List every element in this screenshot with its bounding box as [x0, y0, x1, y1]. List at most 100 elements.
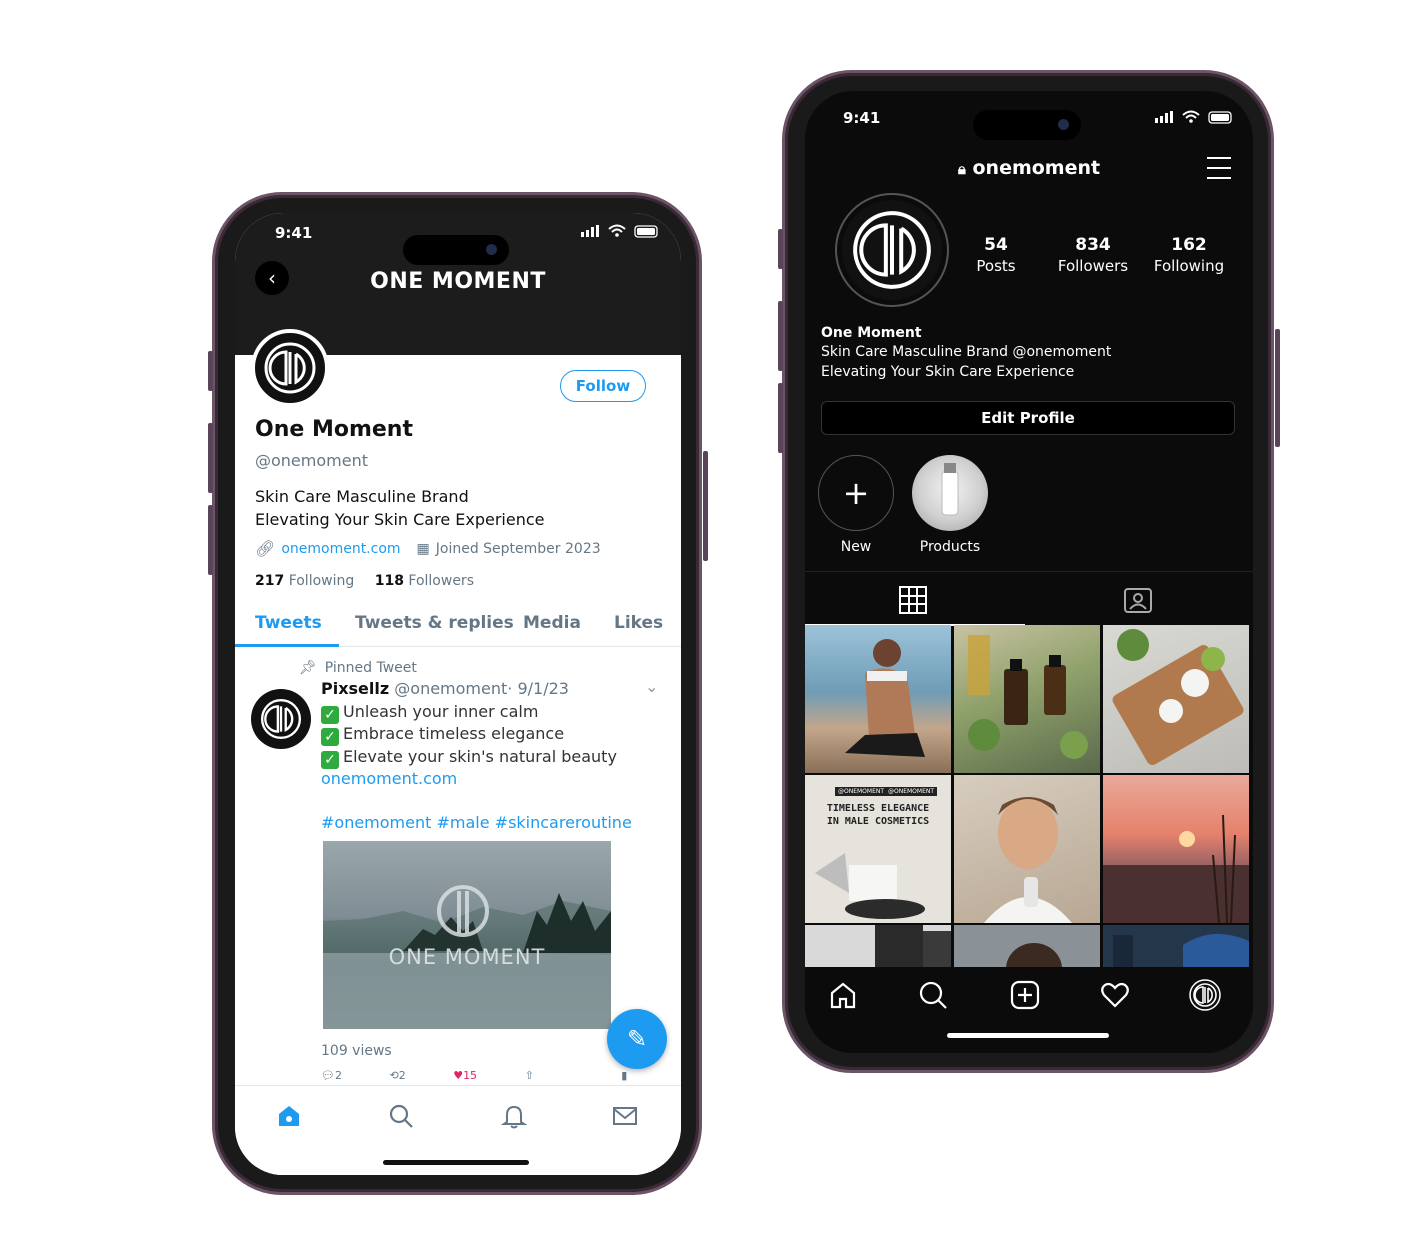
chevron-down-icon[interactable]: ⌄: [645, 677, 658, 696]
grid-post[interactable]: [805, 625, 951, 773]
tweet-actions: 💬︎2 ⟲2 ♥15 ⇧ ▮: [321, 1069, 628, 1082]
profile-handle: @onemoment: [255, 451, 368, 470]
following-stat[interactable]: 162 Following: [1149, 235, 1229, 275]
highlight-products[interactable]: Products: [911, 455, 989, 555]
phone-button: [778, 383, 783, 453]
analytics-icon[interactable]: ▮: [621, 1069, 627, 1082]
reply-icon[interactable]: 💬︎: [321, 1069, 335, 1082]
bio-line: Elevating Your Skin Care Experience: [821, 364, 1075, 380]
phone-button: [208, 351, 213, 391]
edit-profile-button[interactable]: Edit Profile: [821, 401, 1235, 435]
status-time: 9:41: [843, 109, 881, 127]
plus-icon: +: [842, 474, 870, 512]
post-headline: TIMELESS ELEGANCE: [826, 803, 930, 814]
bell-icon[interactable]: [500, 1102, 528, 1130]
avatar[interactable]: [251, 329, 329, 407]
follow-button[interactable]: Follow: [560, 370, 646, 402]
grid-post[interactable]: [954, 625, 1100, 773]
grid-post[interactable]: [954, 775, 1100, 923]
profile-meta: 🔗︎ onemoment.com ▦ Joined September 2023: [255, 539, 601, 558]
tweet-meta: @onemoment· 9/1/23: [394, 679, 569, 698]
heart-icon[interactable]: [1099, 979, 1131, 1011]
tweet-link[interactable]: onemoment.com: [321, 769, 457, 788]
active-tab-indicator: [235, 644, 339, 647]
heart-icon[interactable]: ♥: [453, 1069, 463, 1082]
following-link[interactable]: 217 Following: [255, 573, 354, 589]
tweet-avatar[interactable]: [251, 689, 311, 749]
man-beach-photo: [845, 639, 925, 757]
tweet-media-image[interactable]: ONE MOMENT: [323, 841, 611, 1029]
grid-post[interactable]: [1103, 625, 1249, 773]
highlight-new[interactable]: + New: [817, 455, 895, 555]
link-icon: 🔗︎: [255, 539, 276, 558]
tweet-hashtags[interactable]: #onemoment #male #skincareroutine: [321, 813, 632, 832]
dynamic-island: [973, 110, 1081, 140]
bottom-nav: [235, 1085, 681, 1175]
avatar[interactable]: [835, 193, 949, 307]
product-render: [815, 853, 925, 919]
grid-icon[interactable]: [899, 586, 927, 614]
home-icon[interactable]: [827, 979, 859, 1011]
phone-button: [208, 505, 213, 575]
bio-line: Skin Care Masculine Brand @onemoment: [821, 344, 1112, 360]
search-icon[interactable]: [917, 979, 949, 1011]
share-icon[interactable]: ⇧: [525, 1069, 534, 1082]
calendar-icon: ▦: [416, 540, 430, 557]
phone-button: [208, 423, 213, 493]
grid-post[interactable]: [954, 925, 1100, 969]
search-icon[interactable]: [387, 1102, 415, 1130]
phone-button: [778, 229, 783, 269]
grid-post[interactable]: @ONEMOMENT @ONEMOMENT TIMELESS ELEGANCE …: [805, 775, 951, 923]
add-post-icon[interactable]: [1009, 979, 1041, 1011]
bio-line: Skin Care Masculine Brand: [255, 487, 469, 506]
status-time: 9:41: [275, 224, 313, 242]
home-indicator: [947, 1033, 1109, 1038]
brand-logo-icon: [264, 342, 316, 394]
tab-tweets-replies[interactable]: Tweets & replies: [355, 613, 514, 633]
skincare-bowls-photo: [1112, 629, 1244, 765]
grid-post[interactable]: [1103, 925, 1249, 969]
man-portrait-photo: [1006, 943, 1062, 969]
dynamic-island: [403, 235, 509, 265]
city-photo: [1113, 933, 1249, 969]
tagged-icon[interactable]: [1123, 586, 1153, 614]
tweet-line: ✓ Unleash your inner calm: [321, 702, 538, 724]
check-icon: ✓: [321, 706, 339, 724]
followers-link[interactable]: 118 Followers: [375, 573, 474, 589]
menu-icon[interactable]: [1207, 157, 1231, 179]
profile-avatar-icon[interactable]: [1189, 979, 1221, 1011]
phone-button: [1275, 329, 1280, 447]
retweet-icon[interactable]: ⟲: [389, 1069, 398, 1082]
username-header[interactable]: 🔒︎ onemoment: [805, 157, 1253, 179]
follow-counts: 217 Following 118 Followers: [255, 573, 474, 589]
tab-tweets[interactable]: Tweets: [255, 613, 322, 633]
mail-icon[interactable]: [611, 1102, 639, 1130]
twitter-screen: 9:41 ‹ ONE MOMENT Follow One Moment @one…: [235, 213, 681, 1175]
followers-stat[interactable]: 834 Followers: [1053, 235, 1133, 275]
home-icon[interactable]: [275, 1102, 303, 1130]
compose-tweet-button[interactable]: ✎: [607, 1009, 667, 1069]
posts-grid: @ONEMOMENT @ONEMOMENT TIMELESS ELEGANCE …: [805, 625, 1253, 969]
instagram-screen: 9:41 🔒︎ onemoment 54 Posts 834 Followers…: [805, 91, 1253, 1053]
tweet-author[interactable]: Pixsellz: [321, 679, 389, 698]
check-icon: ✓: [321, 728, 339, 746]
posts-stat[interactable]: 54 Posts: [971, 235, 1021, 275]
grid-post[interactable]: [805, 925, 951, 969]
twitter-phone: 9:41 ‹ ONE MOMENT Follow One Moment @one…: [208, 192, 708, 1195]
profile-tabs: [805, 571, 1253, 626]
post-badge: @ONEMOMENT: [885, 787, 938, 796]
phone-button: [703, 451, 708, 561]
man-skincare-photo: [984, 797, 1072, 923]
brand-logo-icon: [260, 698, 302, 740]
status-icons: [1155, 110, 1232, 124]
grid-post[interactable]: [1103, 775, 1249, 923]
status-icons: [581, 224, 658, 238]
website-link[interactable]: onemoment.com: [281, 541, 400, 557]
phone-button: [778, 301, 783, 371]
tab-likes[interactable]: Likes: [614, 613, 663, 633]
home-indicator: [383, 1160, 529, 1165]
display-name: One Moment: [821, 325, 922, 341]
post-headline: IN MALE COSMETICS: [826, 816, 930, 827]
profile-name: One Moment: [255, 417, 413, 442]
tab-media[interactable]: Media: [523, 613, 581, 633]
